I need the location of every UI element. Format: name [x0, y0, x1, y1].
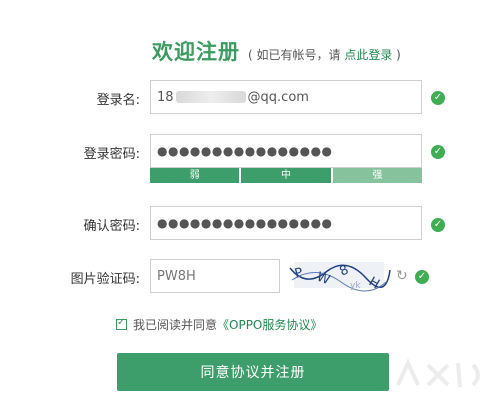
login-link[interactable]: 点此登录 [344, 48, 392, 62]
confirm-valid-icon: ✓ [431, 218, 445, 232]
password-value: ●●●●●●●●●●●●●●●● [157, 144, 333, 158]
strength-medium: 中 [241, 168, 331, 183]
confirm-password-label: 确认密码: [83, 219, 140, 234]
watermark [388, 355, 498, 395]
username-valid-icon: ✓ [431, 91, 445, 105]
password-strength-meter: 弱 中 强 [150, 168, 422, 183]
captcha-image[interactable]: P W 8 H yk [286, 258, 392, 292]
username-label: 登录名: [96, 93, 140, 108]
agreement-checkbox[interactable] [116, 317, 127, 330]
login-hint-prefix: ( 如已有帐号，请 [248, 48, 345, 62]
password-valid-icon: ✓ [431, 145, 445, 159]
username-prefix: 18 [157, 89, 174, 105]
username-suffix: @qq.com [247, 89, 309, 105]
captcha-valid-icon: ✓ [415, 270, 429, 284]
captcha-label: 图片验证码: [70, 272, 140, 287]
confirm-password-field[interactable]: ●●●●●●●●●●●●●●●● [150, 206, 422, 240]
captcha-input[interactable]: PW8H [150, 259, 280, 293]
strength-weak: 弱 [150, 168, 240, 183]
password-field[interactable]: ●●●●●●●●●●●●●●●● [150, 134, 422, 168]
strength-strong: 强 [332, 168, 422, 183]
password-label: 登录密码: [83, 147, 140, 162]
captcha-value: PW8H [157, 268, 196, 284]
page-title: 欢迎注册 [152, 40, 240, 64]
login-hint: ( 如已有帐号，请 点此登录 ) [248, 46, 401, 63]
watermark-graphic [396, 358, 480, 388]
agreement-link[interactable]: 《OPPO服务协议》 [217, 316, 322, 333]
agreement-text: 我已阅读并同意 [133, 318, 218, 332]
username-field[interactable]: 18 @qq.com [150, 80, 422, 114]
username-masked [175, 91, 246, 103]
login-hint-suffix: ) [392, 48, 401, 62]
svg-text:yk: yk [350, 281, 361, 291]
agreement-row: 我已阅读并同意《OPPO服务协议》 [116, 316, 322, 333]
refresh-captcha-icon[interactable]: ↻ [396, 268, 408, 284]
register-button[interactable]: 同意协议并注册 [117, 353, 389, 391]
title-row: 欢迎注册 ( 如已有帐号，请 点此登录 ) [152, 36, 401, 68]
confirm-password-value: ●●●●●●●●●●●●●●●● [157, 216, 333, 230]
